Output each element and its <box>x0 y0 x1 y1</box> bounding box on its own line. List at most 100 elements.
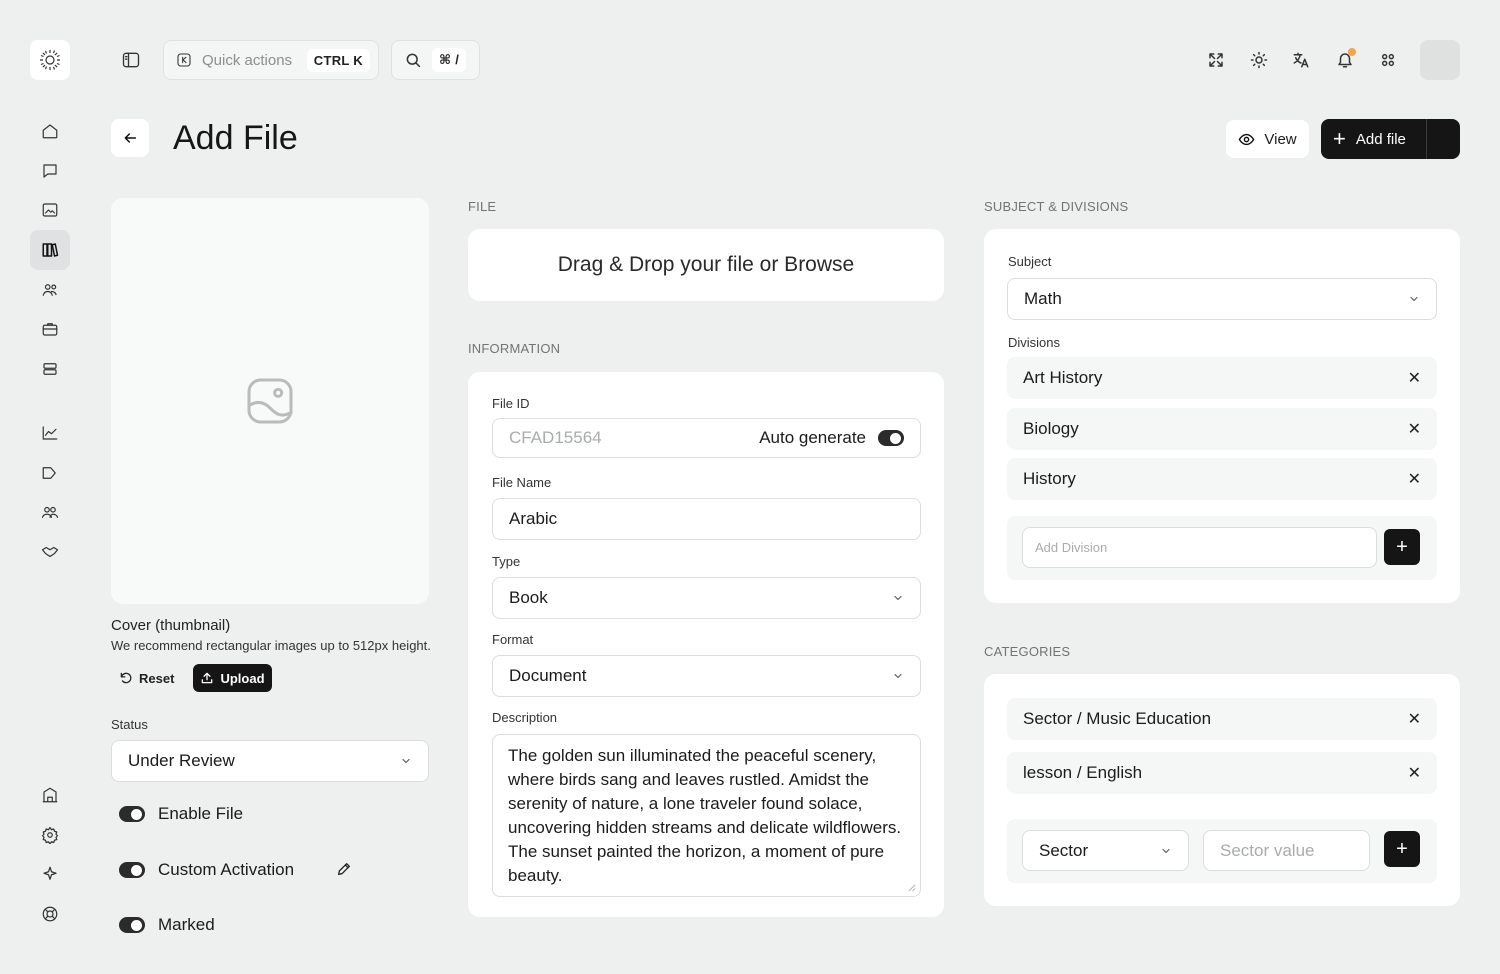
grid-icon <box>1381 53 1395 67</box>
nav-analytics[interactable] <box>30 413 70 453</box>
eye-icon <box>1239 133 1255 145</box>
add-division-input[interactable]: Add Division <box>1022 527 1377 568</box>
nav-partners[interactable] <box>30 532 70 572</box>
division-chip: Art History ✕ <box>1007 357 1437 399</box>
nav-support[interactable] <box>30 894 70 934</box>
category-chip: lesson / English ✕ <box>1007 752 1437 794</box>
gear-icon <box>41 826 59 844</box>
type-select[interactable]: Book <box>492 577 921 619</box>
marked-toggle[interactable] <box>119 917 145 933</box>
add-division-button[interactable]: + <box>1384 529 1420 565</box>
plus-icon: + <box>1333 126 1346 151</box>
nav-library[interactable] <box>30 230 70 270</box>
format-value: Document <box>509 666 587 685</box>
sector-value-placeholder: Sector value <box>1220 840 1315 860</box>
translate-icon <box>1293 52 1309 68</box>
custom-activation-toggle-row[interactable]: Custom Activation <box>119 860 294 880</box>
upload-button[interactable]: Upload <box>193 664 272 692</box>
custom-activation-toggle[interactable] <box>119 862 145 878</box>
notifications-button[interactable] <box>1329 44 1361 76</box>
fullscreen-button[interactable] <box>1200 44 1232 76</box>
file-section-label: FILE <box>468 199 497 214</box>
remove-division-icon[interactable]: ✕ <box>1408 469 1421 489</box>
image-placeholder-icon <box>247 378 293 424</box>
subject-select[interactable]: Math <box>1007 278 1437 320</box>
custom-activation-label: Custom Activation <box>158 860 295 879</box>
quick-actions-label: Quick actions <box>202 51 293 69</box>
image-icon <box>42 203 58 217</box>
subject-divisions-card: Subject Math Divisions Art History ✕ Bio… <box>984 229 1460 603</box>
enable-file-toggle[interactable] <box>119 806 145 822</box>
categories-card: Sector / Music Education ✕ lesson / Engl… <box>984 674 1460 906</box>
file-id-input[interactable]: CFAD15564 Auto generate <box>492 418 921 458</box>
theme-toggle-button[interactable] <box>1243 44 1275 76</box>
sun-burst-icon <box>40 50 60 70</box>
add-file-dropdown-toggle[interactable] <box>1426 119 1460 159</box>
nav-jobs[interactable] <box>30 309 70 349</box>
home-icon <box>42 124 58 139</box>
description-textarea[interactable]: The golden sun illuminated the peaceful … <box>492 734 921 897</box>
category-chip: Sector / Music Education ✕ <box>1007 698 1437 740</box>
nav-media[interactable] <box>30 190 70 230</box>
language-button[interactable] <box>1285 44 1317 76</box>
sun-icon <box>1250 51 1268 69</box>
enable-file-toggle-row[interactable]: Enable File <box>119 804 243 824</box>
nav-messages[interactable] <box>30 151 70 191</box>
format-select[interactable]: Document <box>492 655 921 697</box>
resize-handle-icon <box>908 884 916 892</box>
back-button[interactable] <box>111 119 149 157</box>
cover-thumbnail-dropzone[interactable] <box>111 198 429 604</box>
quick-actions-button[interactable]: Quick actions CTRL K <box>163 40 379 80</box>
remove-category-icon[interactable]: ✕ <box>1408 709 1421 729</box>
nav-organization[interactable] <box>30 775 70 815</box>
cover-title: Cover (thumbnail) <box>111 617 231 634</box>
chevron-down-icon <box>1410 296 1418 302</box>
auto-generate-toggle[interactable] <box>878 430 904 446</box>
add-file-button[interactable]: + Add file <box>1321 119 1460 159</box>
marked-label: Marked <box>158 915 215 934</box>
upload-icon <box>202 672 213 684</box>
reset-button[interactable]: Reset <box>111 664 182 692</box>
status-select[interactable]: Under Review <box>111 740 429 782</box>
sector-value-input[interactable]: Sector value <box>1203 830 1370 871</box>
division-chip: Biology ✕ <box>1007 408 1437 450</box>
description-value: The golden sun illuminated the peaceful … <box>508 746 902 885</box>
apps-button[interactable] <box>1372 44 1404 76</box>
team-icon <box>41 506 59 518</box>
format-label: Format <box>492 632 534 647</box>
nav-database[interactable] <box>30 349 70 389</box>
chat-icon <box>43 164 57 178</box>
division-label: Biology <box>1023 419 1079 438</box>
nav-team[interactable] <box>30 492 70 532</box>
remove-category-icon[interactable]: ✕ <box>1408 763 1421 783</box>
search-button[interactable]: ⌘ / <box>391 40 480 80</box>
marked-toggle-row[interactable]: Marked <box>119 915 215 935</box>
subject-divisions-section-label: SUBJECT & DIVISIONS <box>984 199 1129 214</box>
pencil-icon <box>338 863 350 875</box>
remove-division-icon[interactable]: ✕ <box>1408 368 1421 388</box>
nav-ai[interactable] <box>30 854 70 894</box>
sector-select[interactable]: Sector <box>1022 830 1189 871</box>
chart-line-icon <box>42 426 58 440</box>
tag-icon <box>42 467 56 479</box>
information-card: File ID CFAD15564 Auto generate File Nam… <box>468 372 944 917</box>
toggle-sidebar-button[interactable] <box>111 40 151 80</box>
status-value: Under Review <box>128 751 235 770</box>
chevron-down-icon <box>894 673 902 679</box>
file-dropzone[interactable]: Drag & Drop your file or Browse <box>468 229 944 301</box>
view-button[interactable]: View <box>1226 120 1309 158</box>
app-logo[interactable] <box>30 40 70 80</box>
building-icon <box>42 787 58 803</box>
lifebuoy-icon <box>42 906 58 922</box>
enable-file-label: Enable File <box>158 804 244 823</box>
add-category-button[interactable]: + <box>1384 831 1420 867</box>
user-avatar[interactable] <box>1420 40 1460 80</box>
remove-division-icon[interactable]: ✕ <box>1408 419 1421 439</box>
nav-settings[interactable] <box>30 815 70 855</box>
file-name-input[interactable]: Arabic <box>492 498 921 540</box>
nav-home[interactable] <box>30 111 70 151</box>
nav-community[interactable] <box>30 270 70 310</box>
nav-campaigns[interactable] <box>30 453 70 493</box>
edit-custom-activation-button[interactable] <box>336 861 352 877</box>
category-label: lesson / English <box>1023 763 1143 782</box>
